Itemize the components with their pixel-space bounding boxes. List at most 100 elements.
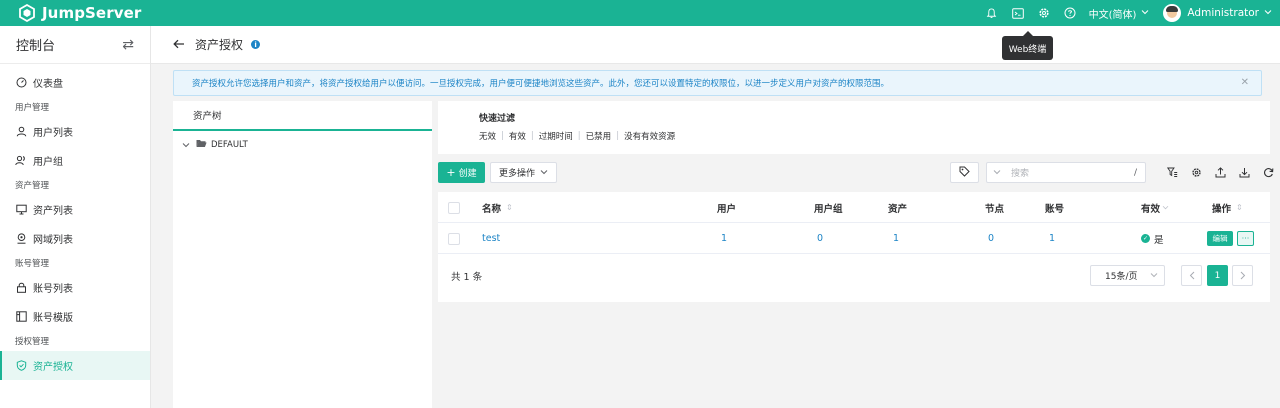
chevron-down-icon — [540, 168, 548, 178]
top-bar: JumpServer 中文(简体) Administrator — [0, 0, 1280, 26]
more-button[interactable]: ··· — [1237, 231, 1254, 246]
bell-icon[interactable] — [979, 0, 1005, 26]
col-valid-label: 有效 — [1141, 203, 1161, 215]
sidebar-item-asset-list[interactable]: 资产列表 — [0, 195, 150, 224]
alert-text: 资产授权允许您选择用户和资产，将资产授权给用户以便访问。一旦授权完成，用户便可便… — [192, 79, 890, 89]
row-accounts[interactable]: 1 — [1049, 223, 1055, 254]
search-shortcut: / — [1133, 167, 1137, 178]
language-selector[interactable]: 中文(简体) — [1089, 6, 1150, 21]
row-users[interactable]: 1 — [721, 223, 727, 254]
import-icon[interactable] — [1232, 162, 1256, 183]
app-name: JumpServer — [42, 4, 142, 22]
col-valid[interactable]: 有效 — [1141, 192, 1169, 223]
sidebar-group-asset-mgmt: 资产管理 — [15, 181, 50, 191]
shield-icon — [15, 360, 27, 372]
settings-icon[interactable] — [1184, 162, 1208, 183]
folder-open-icon — [196, 139, 207, 151]
sidebar-item-label: 资产授权 — [33, 362, 73, 373]
sidebar-item-label: 用户列表 — [33, 128, 73, 139]
row-user-groups[interactable]: 0 — [817, 223, 823, 254]
col-name[interactable]: 名称 ⇕ — [482, 192, 513, 223]
chevron-down-icon[interactable] — [1162, 202, 1169, 213]
page-1-button[interactable]: 1 — [1207, 265, 1228, 286]
create-button[interactable]: + 创建 — [438, 162, 485, 183]
avatar — [1163, 4, 1182, 22]
next-page-button[interactable] — [1232, 265, 1253, 286]
info-alert: 资产授权允许您选择用户和资产，将资产授权给用户以便访问。一旦授权完成，用户便可便… — [173, 70, 1262, 96]
sidebar-item-domain-list[interactable]: 网域列表 — [0, 224, 150, 253]
template-icon — [15, 311, 27, 323]
gear-icon[interactable] — [1031, 0, 1057, 26]
sidebar-item-dashboard[interactable]: 仪表盘 — [0, 68, 150, 97]
sidebar-item-account-template[interactable]: 账号模版 — [0, 302, 150, 331]
sidebar-group-perm-mgmt: 授权管理 — [15, 337, 50, 347]
row-nodes[interactable]: 0 — [988, 223, 994, 254]
chevron-right-icon — [1240, 271, 1245, 280]
info-icon[interactable]: i — [251, 40, 261, 49]
chevron-down-icon[interactable] — [987, 168, 1007, 178]
chevron-down-icon — [1141, 8, 1149, 18]
sidebar-item-user-group[interactable]: 用户组 — [0, 146, 150, 175]
page-header: 资产授权 i — [151, 26, 1280, 64]
page-title: 资产授权 — [195, 38, 244, 52]
switch-view-icon[interactable]: ⇄ — [122, 37, 134, 53]
column-filter-icon[interactable] — [1160, 162, 1184, 183]
row-name-link[interactable]: test — [482, 223, 500, 254]
search-box[interactable]: 搜索 / — [986, 162, 1146, 183]
row-checkbox[interactable] — [448, 232, 460, 245]
more-actions-button[interactable]: 更多操作 — [490, 162, 557, 183]
col-nodes: 节点 — [985, 203, 1005, 215]
sidebar-item-user-list[interactable]: 用户列表 — [0, 117, 150, 146]
tree-node-default[interactable]: DEFAULT — [173, 139, 432, 151]
export-icon[interactable] — [1208, 162, 1232, 183]
tag-icon — [959, 166, 970, 180]
col-user-groups: 用户组 — [814, 203, 843, 215]
web-terminal-icon[interactable] — [1005, 0, 1031, 26]
dashboard-icon — [15, 77, 27, 89]
sidebar-item-account-list[interactable]: 账号列表 — [0, 273, 150, 302]
search-input[interactable]: 搜索 — [1011, 166, 1029, 179]
quick-filter-title: 快速过滤 — [479, 114, 516, 124]
sidebar-item-asset-perm[interactable]: 资产授权 — [0, 351, 150, 380]
page-size-select[interactable]: 15条/页 — [1090, 265, 1165, 286]
page-size-label: 15条/页 — [1105, 272, 1138, 282]
sidebar-item-label: 网域列表 — [33, 235, 73, 246]
logo[interactable]: JumpServer — [18, 3, 142, 23]
row-valid: ✓ 是 — [1141, 223, 1164, 254]
plus-icon: + — [446, 166, 456, 179]
table-row: test 1 0 1 0 1 ✓ 是 编辑 ··· — [438, 223, 1270, 254]
user-menu[interactable]: Administrator — [1163, 4, 1272, 22]
edit-button[interactable]: 编辑 — [1207, 231, 1233, 246]
table-toolbar: + 创建 更多操作 搜索 / — [438, 160, 1273, 186]
tag-filter-button[interactable] — [950, 162, 979, 183]
user-group-icon — [15, 155, 27, 167]
lock-icon — [15, 282, 27, 294]
create-label: 创建 — [458, 169, 477, 179]
filter-option-expired[interactable]: 过期时间 — [539, 130, 573, 142]
row-assets[interactable]: 1 — [893, 223, 899, 254]
sort-icon[interactable]: ⇕ — [1236, 203, 1243, 212]
user-icon — [15, 126, 27, 138]
filter-option-valid[interactable]: 有效 — [509, 130, 526, 142]
prev-page-button[interactable] — [1181, 265, 1202, 286]
chevron-down-icon[interactable] — [182, 141, 190, 150]
refresh-icon[interactable] — [1256, 162, 1280, 183]
filter-option-no-resource[interactable]: 没有有效资源 — [624, 130, 675, 142]
sidebar-title: 控制台 — [16, 39, 56, 54]
select-all-checkbox[interactable] — [448, 201, 460, 214]
col-actions[interactable]: 操作 ⇕ — [1212, 192, 1243, 223]
sidebar: 控制台 ⇄ 仪表盘 用户管理 用户列表 用户组 资产管理 资产列表 网域列表 账… — [0, 26, 151, 408]
back-arrow-icon[interactable] — [173, 37, 185, 53]
col-name-label: 名称 — [482, 203, 502, 215]
sort-icon[interactable]: ⇕ — [506, 203, 513, 212]
filter-option-invalid[interactable]: 无效 — [479, 130, 496, 142]
help-icon[interactable] — [1057, 0, 1083, 26]
table-header: 名称 ⇕ 用户 用户组 资产 节点 账号 有效 操作 ⇕ — [438, 192, 1270, 223]
sidebar-item-label: 资产列表 — [33, 206, 73, 217]
close-icon[interactable]: ✕ — [1241, 77, 1249, 88]
filter-option-disabled[interactable]: 已禁用 — [586, 130, 612, 142]
tree-tab[interactable]: 资产树 — [173, 101, 432, 131]
permissions-table: 名称 ⇕ 用户 用户组 资产 节点 账号 有效 操作 ⇕ test 1 0 1 … — [438, 192, 1270, 302]
chevron-left-icon — [1189, 271, 1194, 280]
jumpserver-logo-icon — [18, 3, 36, 23]
